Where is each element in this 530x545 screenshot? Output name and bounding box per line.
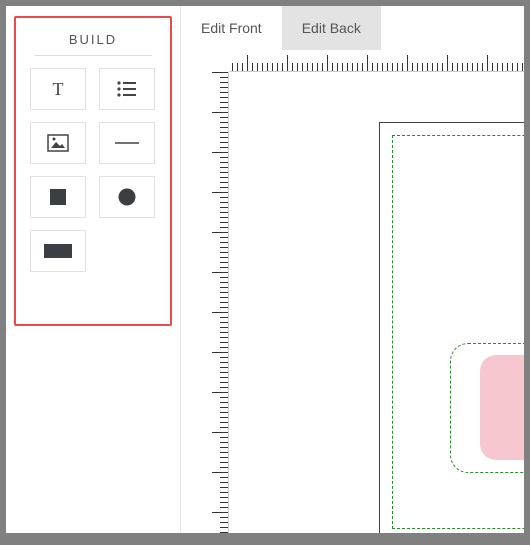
ruler-corner [207, 50, 229, 72]
circle-icon [117, 187, 137, 207]
horizontal-line-icon [114, 139, 140, 147]
page-outline[interactable] [379, 122, 524, 533]
image-tool[interactable] [30, 122, 86, 164]
app-frame: BUILD T [6, 6, 524, 533]
line-tool[interactable] [99, 122, 155, 164]
divider [34, 55, 152, 56]
ruler-horizontal [207, 50, 524, 72]
tab-edit-back[interactable]: Edit Back [282, 6, 381, 50]
design-canvas[interactable] [229, 72, 524, 533]
build-title: BUILD [26, 28, 160, 55]
tool-grid: T [26, 68, 160, 272]
canvas-area [181, 50, 524, 533]
build-panel: BUILD T [14, 16, 172, 326]
text-icon: T [48, 79, 68, 99]
main-area: Edit Front Edit Back [181, 6, 524, 533]
image-icon [47, 134, 69, 152]
tab-edit-front[interactable]: Edit Front [181, 6, 282, 50]
circle-tool[interactable] [99, 176, 155, 218]
square-tool[interactable] [30, 176, 86, 218]
inner-guide [450, 343, 524, 473]
svg-text:T: T [53, 79, 64, 99]
bullet-list-icon [116, 80, 138, 98]
tabs: Edit Front Edit Back [181, 6, 524, 50]
rectangle-tool[interactable] [30, 230, 86, 272]
square-icon [48, 187, 68, 207]
rectangle-icon [43, 243, 73, 259]
sidebar: BUILD T [6, 6, 181, 533]
text-tool[interactable]: T [30, 68, 86, 110]
list-tool[interactable] [99, 68, 155, 110]
ruler-vertical [207, 72, 229, 533]
